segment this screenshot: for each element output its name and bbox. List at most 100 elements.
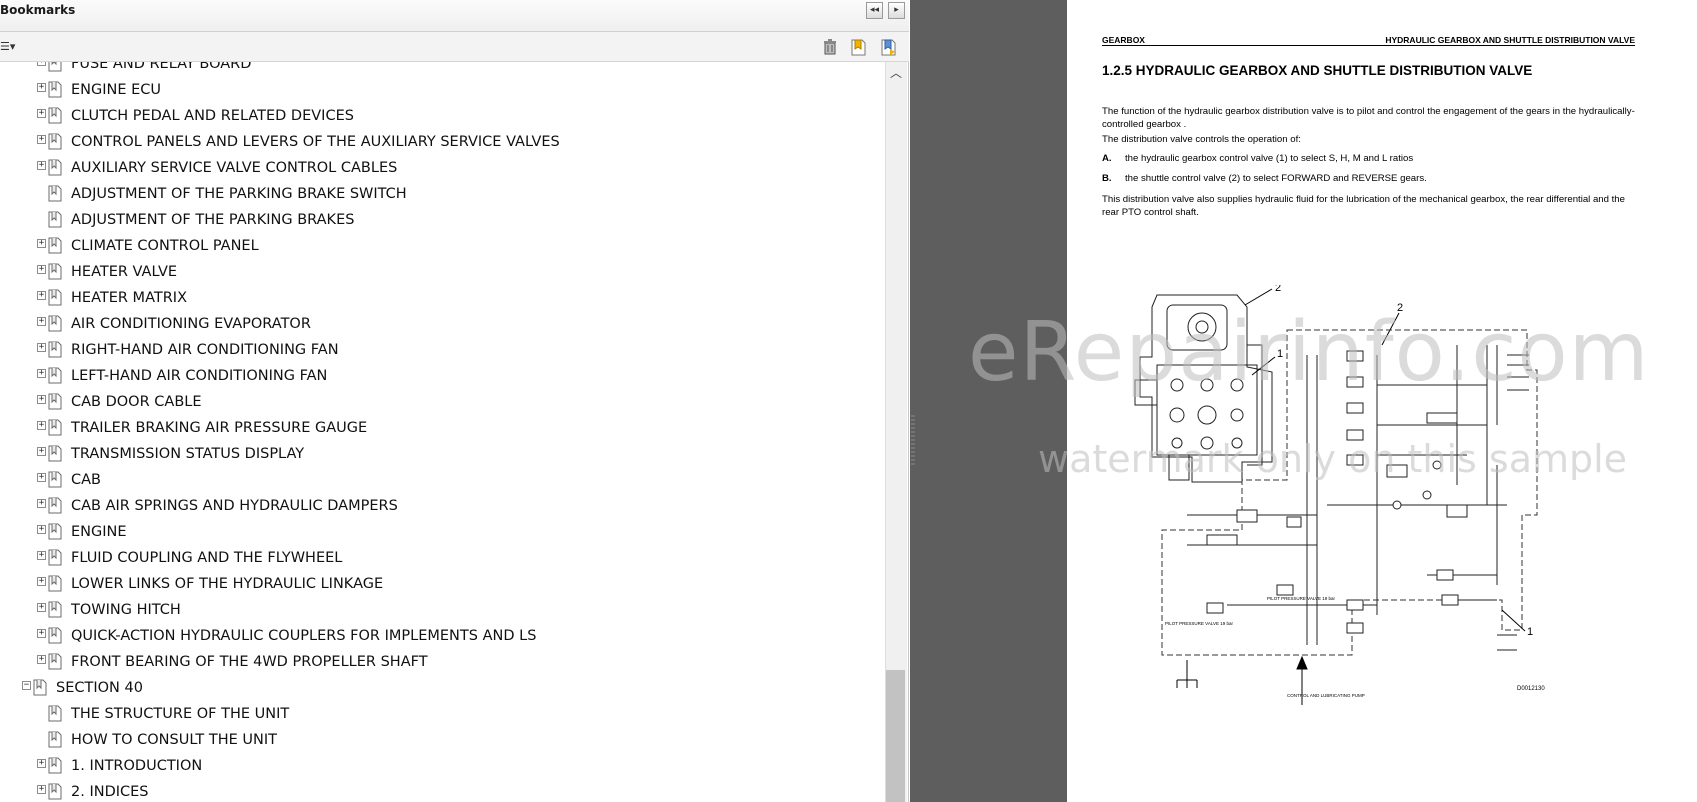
bookmarks-header: Bookmarks ◂◂ ▸ xyxy=(0,0,909,32)
bookmark-icon xyxy=(48,497,62,514)
page-heading: 1.2.5 HYDRAULIC GEARBOX AND SHUTTLE DIST… xyxy=(1102,63,1533,78)
expand-plus-icon[interactable]: + xyxy=(37,525,46,534)
bookmark-label: TRANSMISSION STATUS DISPLAY xyxy=(71,446,305,462)
bookmark-icon xyxy=(48,575,62,592)
expand-plus-icon[interactable]: + xyxy=(37,239,46,248)
bookmark-label: ADJUSTMENT OF THE PARKING BRAKE SWITCH xyxy=(71,186,407,202)
bookmark-icon xyxy=(48,81,62,98)
bookmark-label: AUXILIARY SERVICE VALVE CONTROL CABLES xyxy=(71,160,398,176)
document-page: GEARBOX HYDRAULIC GEARBOX AND SHUTTLE DI… xyxy=(1067,0,1697,802)
callout-2a: 2 xyxy=(1275,285,1281,294)
paragraph-function: The function of the hydraulic gearbox di… xyxy=(1102,106,1635,130)
expand-bookmark-icon xyxy=(881,39,896,56)
bookmark-label: CAB AIR SPRINGS AND HYDRAULIC DAMPERS xyxy=(71,498,398,514)
bookmark-label: CAB DOOR CABLE xyxy=(71,394,202,410)
scrollbar-thumb[interactable] xyxy=(886,670,905,802)
bookmark-icon xyxy=(48,523,62,540)
expand-plus-icon[interactable]: + xyxy=(37,473,46,482)
bookmark-label: HEATER MATRIX xyxy=(71,290,188,306)
bookmark-icon xyxy=(48,133,62,150)
expand-plus-icon[interactable]: + xyxy=(37,629,46,638)
expand-plus-icon[interactable]: + xyxy=(37,291,46,300)
bookmark-label: RIGHT-HAND AIR CONDITIONING FAN xyxy=(71,342,339,358)
bookmark-icon xyxy=(48,62,62,72)
bookmark-icon xyxy=(48,601,62,618)
bookmark-label: THE STRUCTURE OF THE UNIT xyxy=(71,706,290,722)
bookmark-icon xyxy=(48,341,62,358)
expand-plus-icon[interactable]: + xyxy=(37,109,46,118)
bookmark-icon xyxy=(33,679,47,696)
bookmark-label: LEFT-HAND AIR CONDITIONING FAN xyxy=(71,368,328,384)
expand-bookmark-button[interactable] xyxy=(878,37,898,57)
list-item-a-label: A. xyxy=(1102,153,1112,164)
bookmarks-panel: Bookmarks ◂◂ ▸ ☰▾ FUSE AND RELAY BOARD +… xyxy=(0,0,909,802)
pilot-label-1: PILOT PRESSURE VALVE 19 bar xyxy=(1267,596,1336,601)
splitter-grip-icon[interactable] xyxy=(910,415,916,465)
list-item-b-label: B. xyxy=(1102,173,1112,184)
expand-plus-icon[interactable]: + xyxy=(37,343,46,352)
expand-plus-icon[interactable]: + xyxy=(37,759,46,768)
bookmarks-title: Bookmarks xyxy=(0,3,76,17)
options-dropdown-button[interactable]: ☰▾ xyxy=(0,38,22,56)
bookmark-icon xyxy=(48,289,62,306)
list-item-b-text: the shuttle control valve (2) to select … xyxy=(1125,173,1427,184)
bookmark-icon xyxy=(48,627,62,644)
new-bookmark-icon xyxy=(851,39,866,56)
expand-plus-icon[interactable]: + xyxy=(37,317,46,326)
trash-icon xyxy=(824,39,836,55)
expand-plus-icon[interactable]: + xyxy=(37,369,46,378)
pump-label: CONTROL AND LUBRICATING PUMP xyxy=(1287,693,1365,698)
delete-bookmark-button[interactable] xyxy=(820,37,840,57)
bookmark-label: QUICK-ACTION HYDRAULIC COUPLERS FOR IMPL… xyxy=(71,628,537,644)
double-left-arrow-icon: ◂◂ xyxy=(869,5,880,15)
bookmark-tree: + FUSE AND RELAY BOARD + ENGINE ECU + CLUTCH … xyxy=(0,62,909,802)
bookmark-label: ENGINE xyxy=(71,524,127,540)
collapse-panel-button[interactable]: ◂◂ xyxy=(866,2,883,19)
expand-plus-icon[interactable]: + xyxy=(37,62,46,66)
bookmark-icon xyxy=(48,237,62,254)
bookmark-icon xyxy=(48,549,62,566)
bookmark-label: SECTION 40 xyxy=(56,680,143,696)
expand-plus-icon[interactable]: + xyxy=(37,265,46,274)
expand-plus-icon[interactable]: + xyxy=(37,603,46,612)
expand-plus-icon[interactable]: + xyxy=(37,135,46,144)
bookmark-icon xyxy=(48,315,62,332)
collapse-minus-icon[interactable]: − xyxy=(22,681,31,690)
new-bookmark-button[interactable] xyxy=(848,37,868,57)
expand-plus-icon[interactable]: + xyxy=(37,785,46,794)
right-arrow-icon: ▸ xyxy=(894,5,899,15)
bookmark-label: FRONT BEARING OF THE 4WD PROPELLER SHAFT xyxy=(71,654,428,670)
paragraph-lubrication: This distribution valve also supplies hy… xyxy=(1102,194,1625,218)
bookmark-icon xyxy=(48,393,62,410)
watermark-subtext: watermark only on this sample xyxy=(1038,437,1628,481)
bookmark-label: TRAILER BRAKING AIR PRESSURE GAUGE xyxy=(71,420,368,436)
bookmark-options-icon: ☰▾ xyxy=(0,40,16,53)
scroll-up-button[interactable]: ︿ xyxy=(885,62,907,84)
expand-plus-icon[interactable]: + xyxy=(37,161,46,170)
expand-plus-icon[interactable]: + xyxy=(37,577,46,586)
expand-plus-icon[interactable]: + xyxy=(37,83,46,92)
list-item-a-text: the hydraulic gearbox control valve (1) … xyxy=(1125,153,1414,164)
bookmark-label: ENGINE ECU xyxy=(71,82,162,98)
expand-plus-icon[interactable]: + xyxy=(37,551,46,560)
bookmark-icon xyxy=(48,159,62,176)
expand-plus-icon[interactable]: + xyxy=(37,447,46,456)
bookmark-label: CLUTCH PEDAL AND RELATED DEVICES xyxy=(71,108,354,124)
hide-panel-button[interactable]: ▸ xyxy=(888,2,905,19)
chevron-up-icon: ︿ xyxy=(889,66,902,80)
bookmark-icon xyxy=(48,211,62,228)
bookmark-label: 2. INDICES xyxy=(71,784,149,800)
expand-plus-icon[interactable]: + xyxy=(37,499,46,508)
watermark-text: eRepairinfo.com xyxy=(968,305,1650,400)
bookmark-icon xyxy=(48,471,62,488)
expand-plus-icon[interactable]: + xyxy=(37,655,46,664)
document-viewer[interactable]: GEARBOX HYDRAULIC GEARBOX AND SHUTTLE DI… xyxy=(910,0,1697,802)
expand-plus-icon[interactable]: + xyxy=(37,421,46,430)
bookmark-label: ADJUSTMENT OF THE PARKING BRAKES xyxy=(71,212,355,228)
page-header-right: HYDRAULIC GEARBOX AND SHUTTLE DISTRIBUTI… xyxy=(1385,35,1635,45)
bookmark-icon xyxy=(48,757,62,774)
bookmark-label: HEATER VALVE xyxy=(71,264,178,280)
figure-code: D0012130 xyxy=(1517,686,1545,692)
expand-plus-icon[interactable]: + xyxy=(37,395,46,404)
bookmark-label: CONTROL PANELS AND LEVERS OF THE AUXILIA… xyxy=(71,134,560,150)
